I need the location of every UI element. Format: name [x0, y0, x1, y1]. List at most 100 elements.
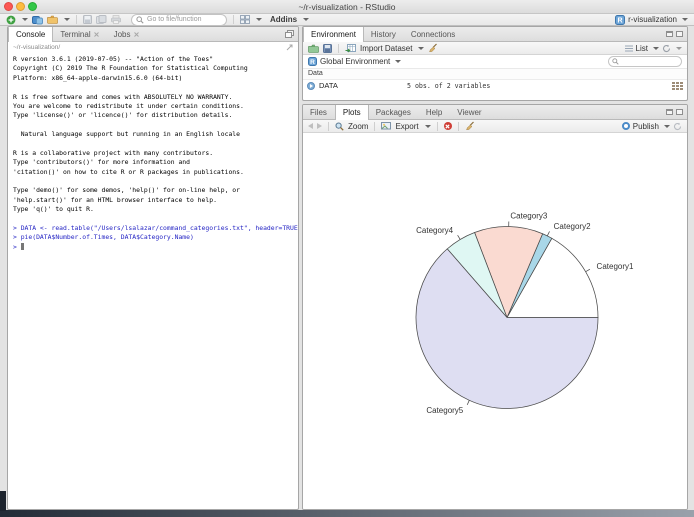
rstudio-window: { "window": { "title": "~/r-visualizatio…: [0, 0, 694, 517]
next-plot-icon[interactable]: [317, 123, 322, 129]
new-project-icon[interactable]: [32, 15, 43, 25]
list-view-caret[interactable]: [653, 46, 659, 50]
pie-label-category4: Category4: [416, 226, 453, 235]
tab-history[interactable]: History: [364, 27, 404, 41]
search-icon: [136, 15, 144, 24]
open-in-window-icon[interactable]: [286, 44, 293, 51]
window-title: ~/r-visualization - RStudio: [298, 2, 396, 12]
zoom-plot-button[interactable]: Zoom: [348, 122, 368, 131]
refresh-plot-icon[interactable]: [673, 122, 682, 131]
tab-environment[interactable]: Environment: [303, 27, 364, 42]
open-file-icon[interactable]: [47, 15, 58, 24]
environment-search-input[interactable]: [608, 56, 682, 67]
console-tabbar: Console Terminal Jobs: [8, 27, 298, 42]
plot-canvas: Category1 Category2 Category3 Category4 Cate…: [303, 133, 687, 509]
toolbar-separator: [76, 15, 77, 24]
import-dataset-caret[interactable]: [418, 46, 425, 50]
minimize-pane-icon[interactable]: [666, 109, 673, 115]
tab-plots-label: Plots: [342, 108, 361, 117]
open-recent-caret[interactable]: [64, 18, 70, 21]
print-icon[interactable]: [111, 15, 121, 24]
tab-plots[interactable]: Plots: [334, 105, 369, 120]
list-view-icon: [624, 45, 633, 51]
goto-file-search[interactable]: Go to file/function: [131, 13, 227, 26]
tab-terminal[interactable]: Terminal: [53, 27, 106, 41]
plots-pane: Files Plots Packages Help Viewer Zoom Ex…: [302, 104, 688, 510]
tab-files[interactable]: Files: [303, 105, 335, 119]
toolbar-separator: [374, 121, 376, 131]
tab-packages[interactable]: Packages: [369, 105, 419, 119]
minimize-pane-icon[interactable]: [666, 31, 673, 37]
remove-plot-icon[interactable]: [443, 122, 452, 130]
pane-layout-icon[interactable]: [240, 15, 250, 24]
tab-connections[interactable]: Connections: [404, 27, 463, 41]
console-line: 'citation()' on how to cite R or R packa…: [13, 167, 244, 176]
tab-jobs[interactable]: Jobs: [107, 27, 147, 41]
object-description: 5 obs. of 2 variables: [407, 81, 491, 90]
project-chooser[interactable]: R r-visualization: [615, 14, 688, 25]
tab-viewer[interactable]: Viewer: [450, 105, 489, 119]
export-plot-button[interactable]: Export: [395, 122, 418, 131]
maximize-pane-icon[interactable]: [285, 30, 294, 38]
publish-icon: [621, 122, 630, 130]
search-icon: [612, 58, 619, 65]
console-line: Type 'q()' to quit R.: [13, 205, 94, 214]
console-line: Type 'contributors()' for more informati…: [13, 158, 190, 167]
tab-jobs-label: Jobs: [113, 29, 131, 39]
new-file-icon[interactable]: [6, 15, 16, 25]
load-workspace-icon[interactable]: [308, 44, 319, 53]
console-line: > pie(DATA$Number.of.Times, DATA$Categor…: [13, 233, 194, 242]
pane-layout-caret[interactable]: [256, 18, 262, 21]
addins-caret[interactable]: [303, 18, 310, 21]
refresh-icon[interactable]: [662, 44, 671, 53]
save-workspace-icon[interactable]: [323, 43, 332, 53]
addins-menu[interactable]: Addins: [270, 15, 297, 24]
pie-label-category2: Category2: [554, 222, 591, 231]
tab-console-label: Console: [16, 30, 46, 39]
import-dataset-button[interactable]: Import Dataset: [360, 44, 412, 53]
svg-text:R: R: [310, 59, 315, 66]
pie-label-tick: [546, 231, 550, 237]
console-line: 'help.start()' for an HTML browser inter…: [13, 195, 217, 204]
tab-terminal-label: Terminal: [60, 29, 91, 39]
environment-scope-row: R Global Environment: [303, 55, 687, 69]
console-line: Copyright (C) 2019 The R Foundation for …: [13, 64, 248, 73]
environment-object-row[interactable]: DATA 5 obs. of 2 variables: [303, 80, 687, 91]
tab-help[interactable]: Help: [419, 105, 450, 119]
pie-chart: Category1 Category2 Category3 Category4 Cate…: [415, 211, 634, 415]
import-dataset-icon[interactable]: [345, 43, 356, 53]
environment-scope-selector[interactable]: Global Environment: [320, 57, 390, 66]
console-line: > DATA <- read.table("/Users/lsalazar/co…: [13, 224, 299, 233]
tab-help-label: Help: [425, 107, 443, 117]
save-icon[interactable]: [83, 15, 92, 24]
view-table-icon[interactable]: [672, 81, 683, 90]
console-output[interactable]: R version 3.6.1 (2019-07-05) -- "Action …: [8, 52, 298, 252]
tab-environment-label: Environment: [311, 30, 356, 39]
previous-plot-icon[interactable]: [308, 123, 313, 129]
close-icon[interactable]: [133, 31, 139, 37]
maximize-pane-icon[interactable]: [676, 109, 683, 115]
pie-label-tick: [457, 234, 461, 240]
environment-toolbar: Import Dataset List: [303, 42, 687, 55]
publish-caret[interactable]: [664, 124, 670, 128]
environment-tabbar: Environment History Connections: [303, 27, 687, 42]
export-plot-caret[interactable]: [424, 124, 431, 128]
pie-label-tick: [466, 400, 470, 406]
save-all-icon[interactable]: [96, 15, 107, 24]
console-line: Type 'demo()' for some demos, 'help()' f…: [13, 186, 241, 195]
plots-tabbar: Files Plots Packages Help Viewer: [303, 105, 687, 120]
refresh-caret[interactable]: [676, 46, 682, 50]
maximize-pane-icon[interactable]: [676, 31, 683, 37]
console-line: Platform: x86_64-apple-darwin15.6.0 (64-…: [13, 73, 183, 82]
clear-plots-broom-icon[interactable]: [465, 121, 475, 131]
tab-console[interactable]: Console: [8, 27, 54, 42]
close-icon[interactable]: [93, 31, 99, 37]
new-file-caret[interactable]: [22, 18, 28, 21]
environment-scope-caret[interactable]: [395, 60, 402, 63]
expand-object-icon[interactable]: [307, 81, 315, 90]
list-view-button[interactable]: List: [636, 44, 648, 53]
clear-workspace-broom-icon[interactable]: [428, 43, 438, 53]
publish-button[interactable]: Publish: [633, 122, 659, 131]
